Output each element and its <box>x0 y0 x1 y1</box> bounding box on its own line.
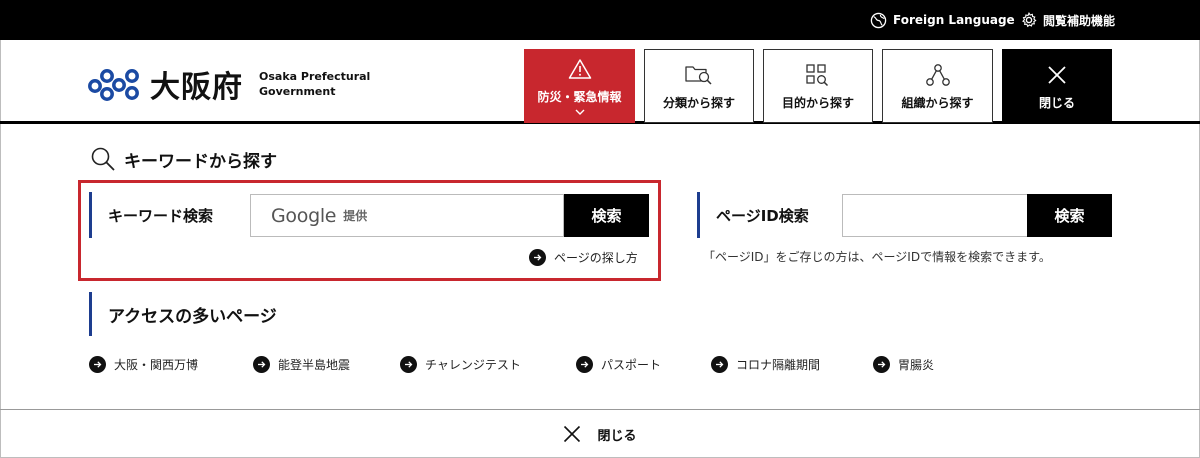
top-utility-bar: Foreign Language 閲覧補助機能 <box>0 0 1200 40</box>
google-logo: Google <box>271 204 337 227</box>
keyword-search-input[interactable]: Google 提供 <box>250 194 564 237</box>
page-id-note: 「ページID」をご存じの方は、ページIDで情報を検索できます。 <box>703 250 1051 264</box>
close-icon <box>564 425 581 443</box>
warning-icon <box>568 59 591 79</box>
popular-link-label: コロナ隔離期間 <box>736 358 821 372</box>
grid-search-icon-wrap <box>805 62 831 88</box>
search-icon <box>91 147 115 171</box>
search-help-label: ページの探し方 <box>554 251 638 265</box>
foreign-language-label: Foreign Language <box>893 13 1015 27</box>
keyword-section-title-text: キーワードから探す <box>124 151 277 172</box>
popular-link[interactable]: コロナ隔離期間 <box>711 356 820 373</box>
close-menu-button[interactable]: 閉じる <box>1002 49 1112 123</box>
keyword-search-button[interactable]: 検索 <box>564 194 649 237</box>
popular-link[interactable]: 胃腸炎 <box>873 356 934 373</box>
globe-icon <box>870 12 887 28</box>
popular-link-label: チャレンジテスト <box>425 358 521 372</box>
search-by-category-button[interactable]: 分類から探す <box>644 49 754 123</box>
google-provided-label: 提供 <box>343 209 368 223</box>
folder-search-icon <box>685 65 712 85</box>
logo-name: 大阪府 <box>150 70 243 105</box>
popular-link[interactable]: 大阪・関西万博 <box>89 356 198 373</box>
grid-search-icon <box>806 63 829 86</box>
gear-icon <box>1022 12 1037 28</box>
popular-link[interactable]: 能登半島地震 <box>253 356 350 373</box>
search-by-organization-button[interactable]: 組織から探す <box>882 49 993 123</box>
close-icon-wrap <box>1047 62 1067 88</box>
page-id-search-label: ページID検索 <box>697 192 809 238</box>
keyword-section-title: キーワードから探す <box>90 146 277 172</box>
osaka-emblem-icon <box>88 69 139 101</box>
search-help-link[interactable]: ページの探し方 <box>529 249 638 266</box>
logo-english: Osaka Prefectural Government <box>259 69 370 99</box>
folder-search-icon-wrap <box>685 62 713 88</box>
close-icon <box>1048 65 1066 84</box>
arrow-right-icon <box>253 356 270 373</box>
search-by-category-label: 分類から探す <box>662 95 735 110</box>
osaka-logo[interactable]: 大阪府 Osaka Prefectural Government <box>88 62 370 106</box>
page-id-input[interactable] <box>842 194 1028 237</box>
search-by-organization-label: 組織から探す <box>901 95 974 110</box>
logo-english-line1: Osaka Prefectural <box>259 70 371 83</box>
popular-link-label: パスポート <box>601 358 662 372</box>
popular-link-label: 能登半島地震 <box>278 358 351 372</box>
chevron-down-icon <box>575 109 584 115</box>
popular-link[interactable]: パスポート <box>576 356 661 373</box>
foreign-language-link[interactable]: Foreign Language <box>870 0 1015 40</box>
popular-link-label: 大阪・関西万博 <box>114 358 199 372</box>
arrow-right-icon <box>529 249 546 266</box>
popular-link[interactable]: チャレンジテスト <box>400 356 521 373</box>
accessibility-label: 閲覧補助機能 <box>1043 13 1116 28</box>
search-by-purpose-label: 目的から探す <box>781 95 854 110</box>
org-chart-icon-wrap <box>925 62 951 88</box>
org-chart-icon <box>925 63 950 86</box>
bottom-close-label: 閉じる <box>597 428 637 444</box>
page-id-search-button[interactable]: 検索 <box>1027 194 1112 237</box>
close-menu-label: 閉じる <box>1038 95 1075 110</box>
site-header: 大阪府 Osaka Prefectural Government 防災・緊急情報 <box>0 40 1200 124</box>
accessibility-link[interactable]: 閲覧補助機能 <box>1021 0 1115 40</box>
arrow-right-icon <box>576 356 593 373</box>
arrow-right-icon <box>400 356 417 373</box>
arrow-right-icon <box>711 356 728 373</box>
keyword-search-label: キーワード検索 <box>89 192 213 238</box>
arrow-right-icon <box>89 356 106 373</box>
logo-english-line2: Government <box>259 85 336 98</box>
search-by-purpose-button[interactable]: 目的から探す <box>763 49 873 123</box>
popular-link-label: 胃腸炎 <box>898 358 935 372</box>
popular-pages-title: アクセスの多いページ <box>89 292 277 336</box>
disaster-info-button[interactable]: 防災・緊急情報 <box>524 49 635 123</box>
disaster-info-label: 防災・緊急情報 <box>537 90 622 104</box>
bottom-close-button[interactable]: 閉じる <box>0 409 1200 458</box>
arrow-right-icon <box>873 356 890 373</box>
warning-icon-wrap <box>568 56 592 82</box>
